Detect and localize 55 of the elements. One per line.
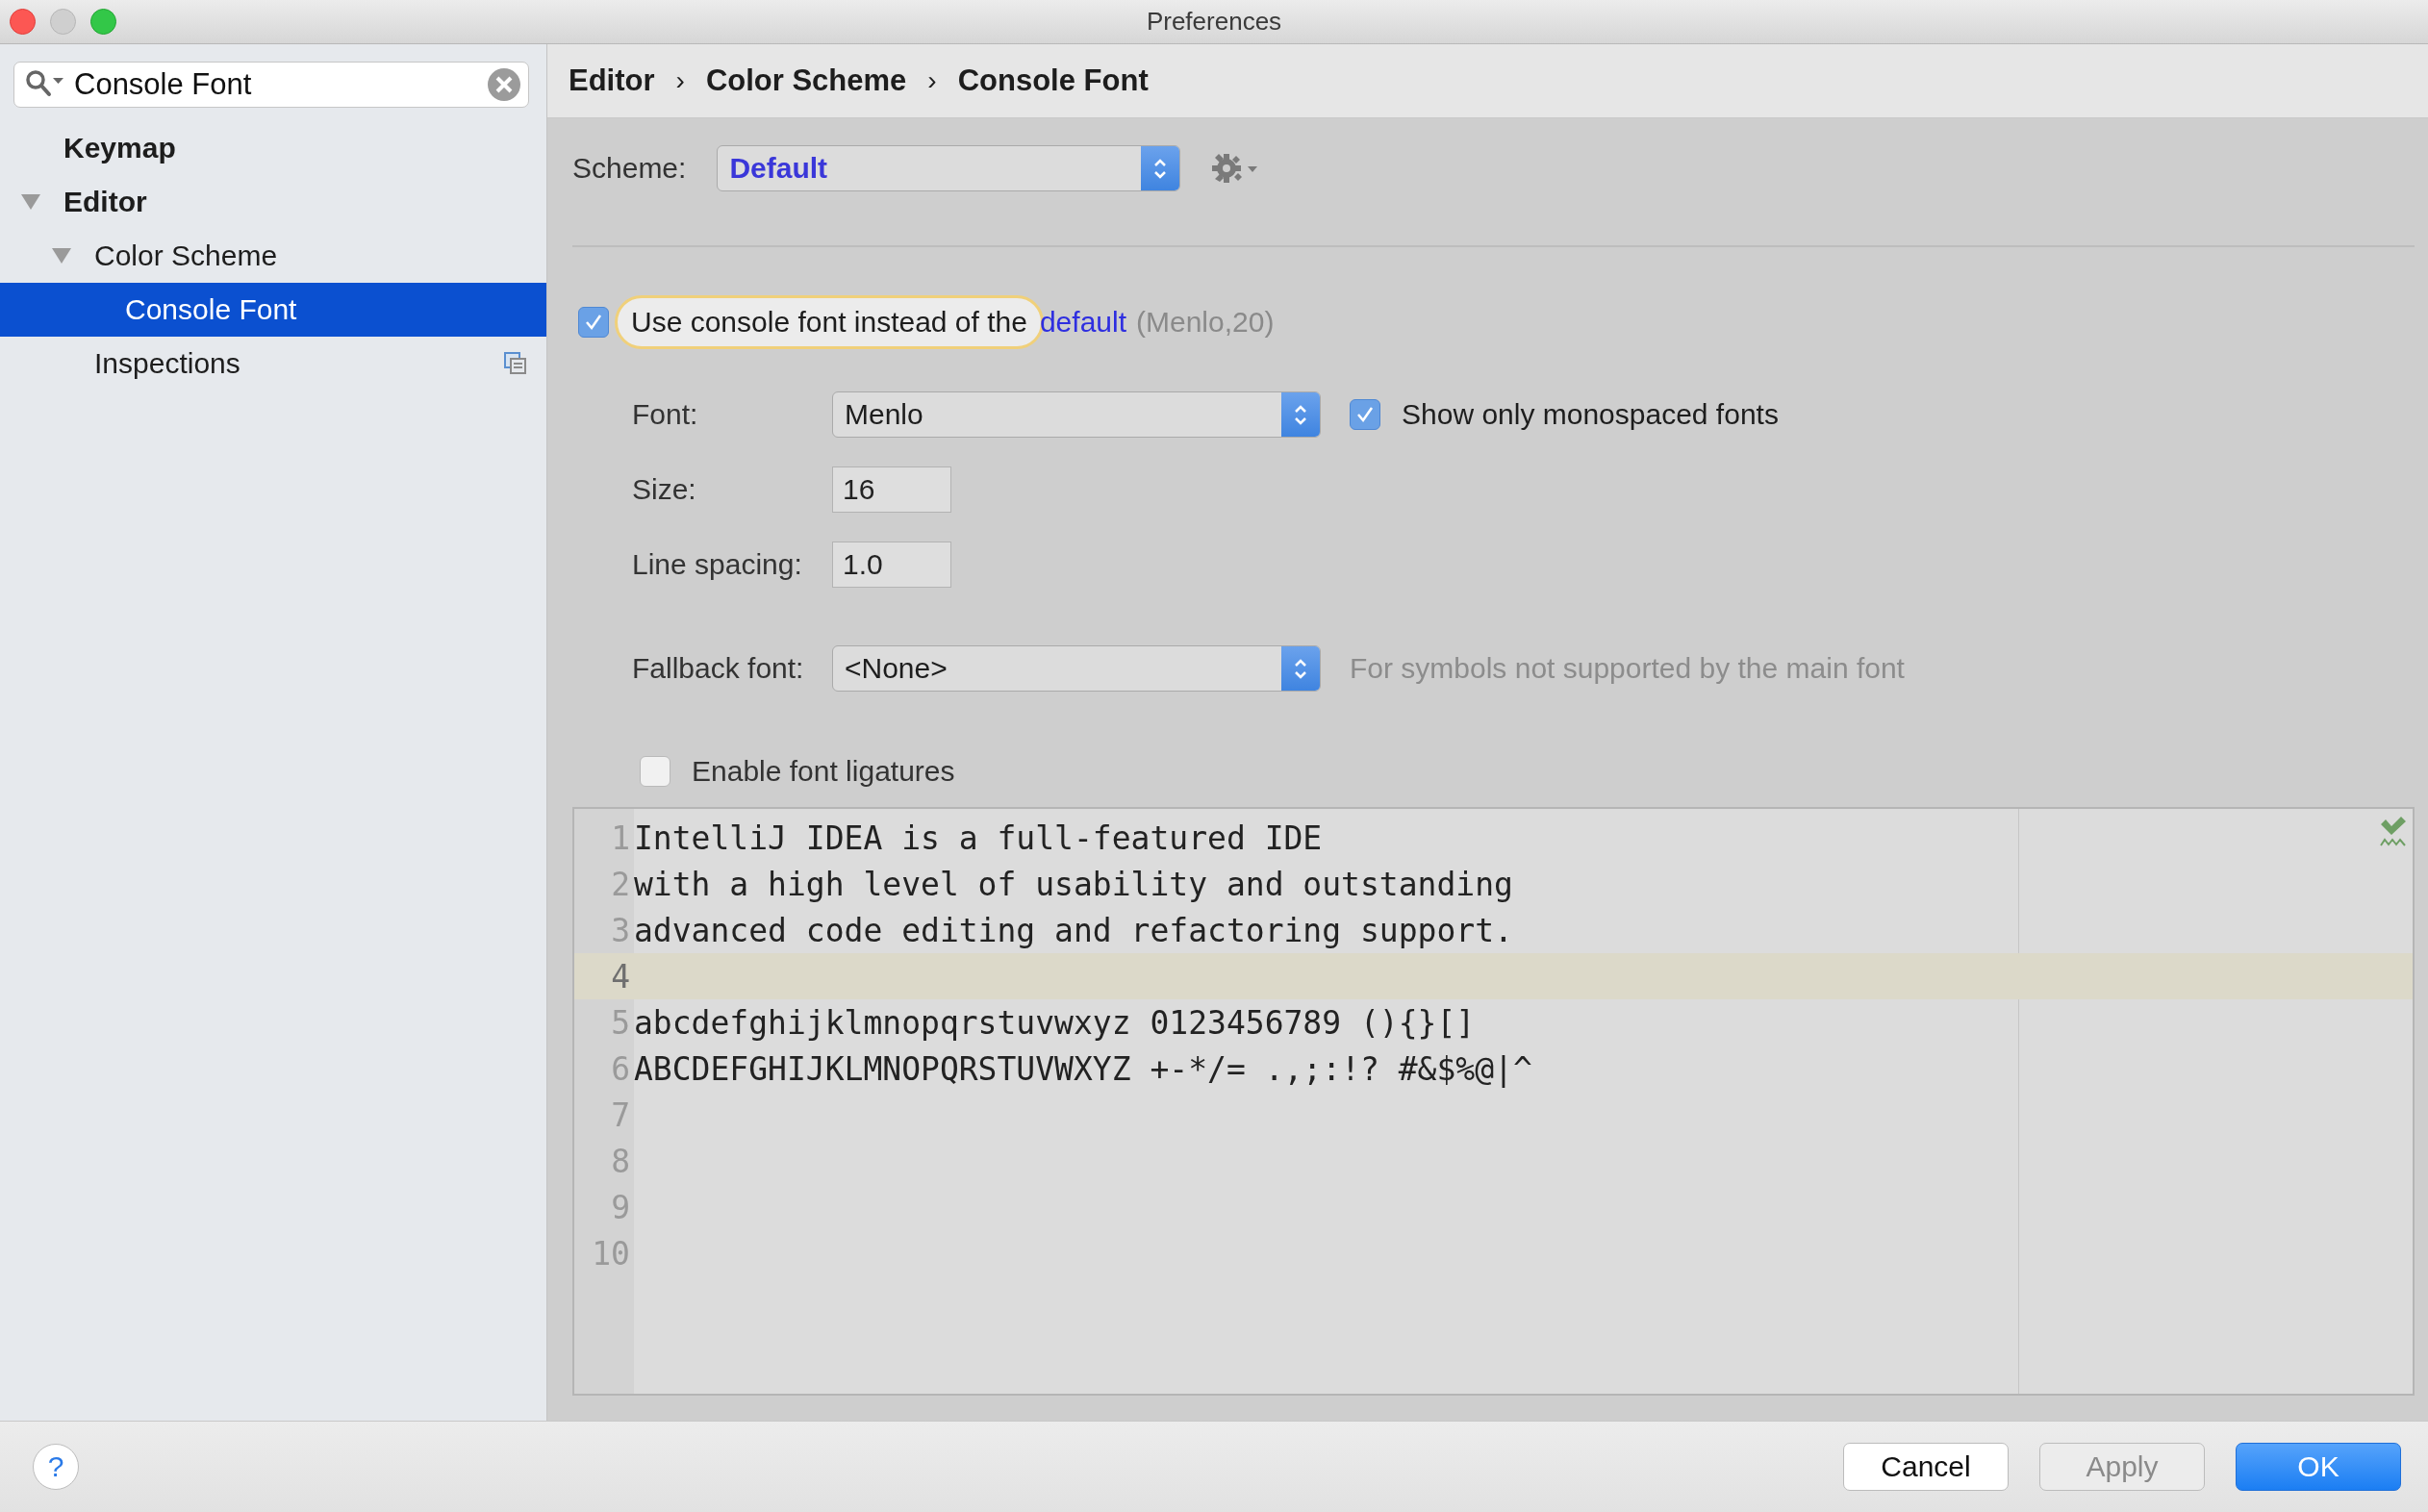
breadcrumb-item[interactable]: Color Scheme bbox=[705, 63, 907, 98]
copy-icon bbox=[504, 352, 527, 375]
line-number: 3 bbox=[610, 911, 631, 949]
check-icon bbox=[2380, 817, 2407, 847]
zoom-button[interactable] bbox=[90, 9, 116, 35]
checkbox-label[interactable]: Show only monospaced fonts bbox=[1402, 398, 1779, 431]
stepper-icon bbox=[1281, 392, 1320, 437]
breadcrumb-item[interactable]: Editor bbox=[569, 63, 655, 98]
window-title: Preferences bbox=[1146, 7, 1282, 37]
stepper-icon bbox=[1281, 646, 1320, 691]
size-label: Size: bbox=[632, 473, 697, 506]
clear-icon[interactable] bbox=[487, 67, 521, 102]
line-number: 10 bbox=[591, 1234, 631, 1273]
code-line: abcdefghijklmnopqrstuvwxyz 0123456789 (){}[] bbox=[634, 1003, 1476, 1042]
line-number: 7 bbox=[610, 1096, 631, 1134]
line-number: 1 bbox=[610, 819, 631, 857]
tree-item[interactable]: Console Font bbox=[0, 283, 546, 337]
tree-item[interactable]: Inspections bbox=[0, 337, 546, 391]
checkbox-label[interactable]: Enable font ligatures bbox=[692, 755, 955, 788]
search-field[interactable]: Console Font bbox=[13, 62, 529, 108]
tree-item[interactable]: Keymap bbox=[0, 121, 546, 175]
line-number: 2 bbox=[610, 865, 631, 903]
breadcrumb-item[interactable]: Console Font bbox=[957, 63, 1149, 98]
line-number: 9 bbox=[610, 1188, 631, 1226]
size-field[interactable]: 16 bbox=[832, 466, 951, 513]
code-line: advanced code editing and refactoring support. bbox=[634, 911, 1513, 949]
checkbox[interactable] bbox=[1350, 399, 1380, 430]
font-label: Font: bbox=[632, 398, 699, 431]
line-spacing-field[interactable]: 1.0 bbox=[832, 542, 951, 588]
checkbox[interactable] bbox=[640, 756, 670, 787]
fallback-hint: For symbols not supported by the main font bbox=[1350, 652, 1905, 685]
scheme-dropdown[interactable]: Default bbox=[717, 145, 1181, 191]
line-number: 5 bbox=[610, 1003, 631, 1042]
help-button[interactable]: ? bbox=[33, 1444, 79, 1490]
line-spacing-label: Line spacing: bbox=[632, 548, 803, 581]
line-number: 8 bbox=[610, 1142, 631, 1180]
dialog-button[interactable]: Cancel bbox=[1843, 1443, 2009, 1491]
tree-item[interactable]: Color Scheme bbox=[0, 229, 546, 283]
scheme-label: Scheme: bbox=[572, 152, 687, 185]
line-number: 4 bbox=[610, 957, 631, 995]
tree-item[interactable]: Editor bbox=[0, 175, 546, 229]
breadcrumb-separator: › bbox=[927, 65, 937, 96]
line-number: 6 bbox=[610, 1049, 631, 1088]
font-hint: (Menlo,20) bbox=[1136, 306, 1275, 339]
fallback-font-label: Fallback font: bbox=[632, 652, 805, 685]
checkbox[interactable] bbox=[578, 307, 609, 338]
minimize-button[interactable] bbox=[50, 9, 76, 35]
font-dropdown[interactable]: Menlo bbox=[832, 391, 1321, 438]
stepper-icon bbox=[1141, 146, 1180, 190]
code-line: with a high level of usability and outstanding bbox=[634, 865, 1513, 903]
close-button[interactable] bbox=[10, 9, 36, 35]
code-line: IntelliJ IDEA is a full-featured IDE bbox=[634, 819, 1323, 857]
code-line: ABCDEFGHIJKLMNOPQRSTUVWXYZ +-*/= .,;:!? #&$%@|^ bbox=[634, 1049, 1532, 1088]
breadcrumb-separator: › bbox=[675, 65, 685, 96]
fallback-font-dropdown[interactable]: <None> bbox=[832, 645, 1321, 692]
